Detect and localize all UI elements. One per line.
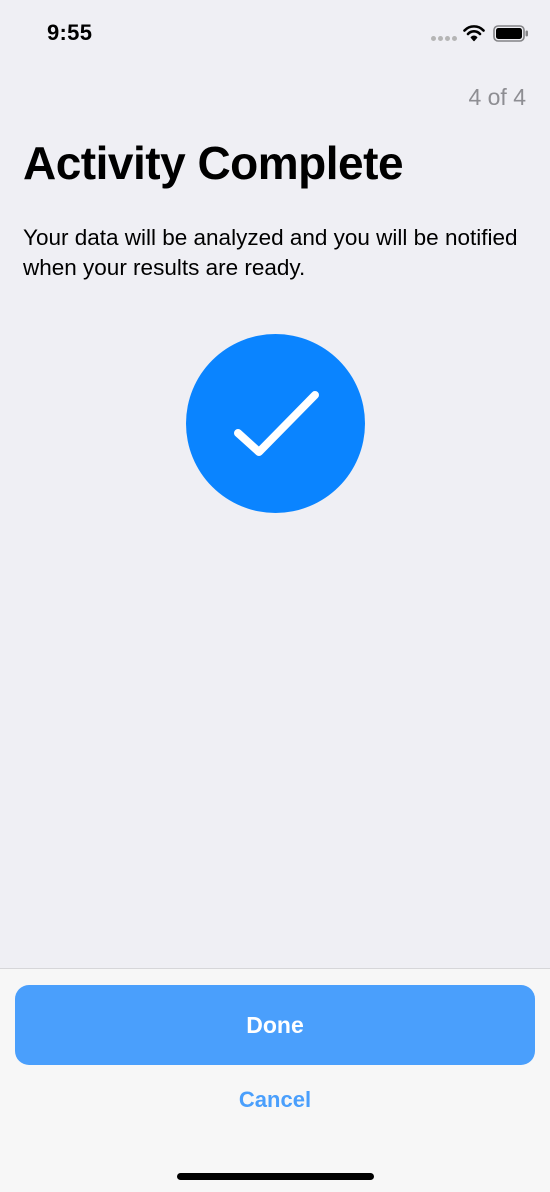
footer: Done Cancel	[0, 968, 550, 1192]
home-indicator[interactable]	[177, 1173, 374, 1180]
done-button[interactable]: Done	[15, 985, 535, 1065]
wifi-icon	[463, 25, 485, 42]
signal-dots-icon	[431, 36, 457, 42]
battery-icon	[493, 25, 528, 42]
completion-badge	[186, 334, 365, 513]
step-detail-text: Your data will be analyzed and you will …	[23, 225, 518, 280]
page-title: Activity Complete	[23, 137, 404, 189]
done-button-label: Done	[246, 1011, 304, 1038]
status-bar: 9:55	[0, 0, 550, 70]
step-progress-label: 4 of 4	[468, 84, 526, 110]
checkmark-icon	[234, 391, 319, 456]
cancel-button[interactable]: Cancel	[0, 1087, 550, 1121]
status-time: 9:55	[47, 20, 93, 45]
